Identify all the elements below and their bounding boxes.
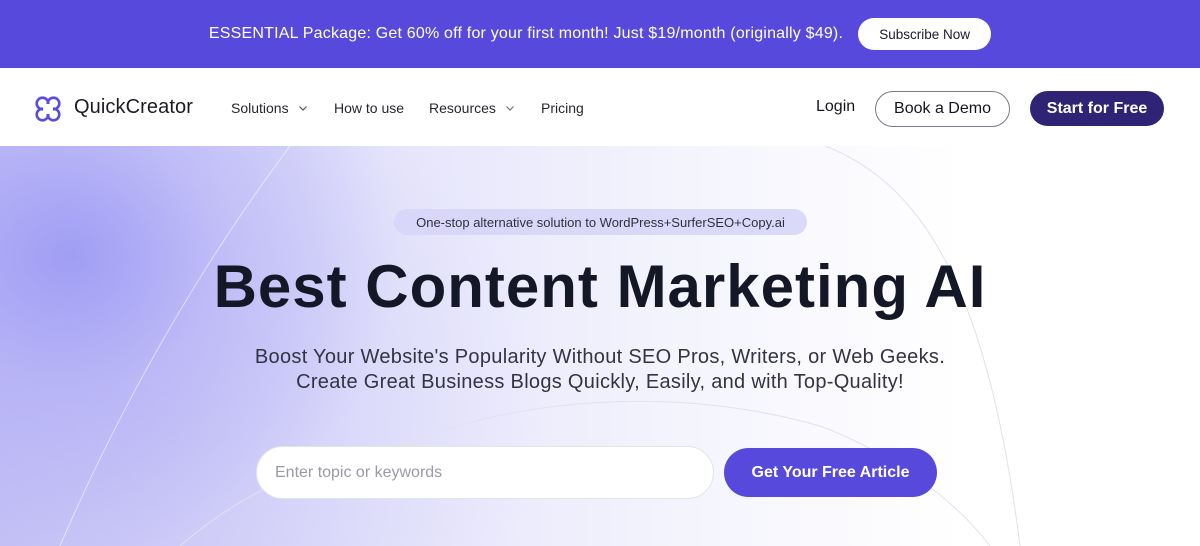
subscribe-now-button[interactable]: Subscribe Now xyxy=(858,18,992,50)
promo-banner: ESSENTIAL Package: Get 60% off for your … xyxy=(0,0,1200,68)
book-a-demo-button[interactable]: Book a Demo xyxy=(875,91,1010,127)
hero-subheadline-2: Create Great Business Blogs Quickly, Eas… xyxy=(296,371,904,393)
nav-item-how-to-use[interactable]: How to use xyxy=(334,100,404,116)
hero-section: One-stop alternative solution to WordPre… xyxy=(0,146,1200,546)
chevron-down-icon xyxy=(505,106,514,111)
nav-item-label: Resources xyxy=(429,100,496,116)
brand-name[interactable]: QuickCreator xyxy=(74,96,193,119)
nav-item-solutions[interactable]: Solutions xyxy=(231,100,308,116)
hero-subheadline-1: Boost Your Website's Popularity Without … xyxy=(254,346,946,368)
start-for-free-button[interactable]: Start for Free xyxy=(1030,91,1164,126)
nav-item-label: Pricing xyxy=(541,100,584,116)
nav-item-resources[interactable]: Resources xyxy=(429,100,515,116)
login-link[interactable]: Login xyxy=(816,98,855,116)
top-navigation: QuickCreator Solutions How to use Resour… xyxy=(0,68,1200,146)
topic-keywords-input[interactable] xyxy=(256,446,714,499)
chevron-down-icon xyxy=(298,106,307,111)
nav-item-label: Solutions xyxy=(231,100,289,116)
nav-item-label: How to use xyxy=(334,100,405,116)
tagline-badge: One-stop alternative solution to WordPre… xyxy=(394,209,807,235)
promo-text: ESSENTIAL Package: Get 60% off for your … xyxy=(208,25,844,42)
get-free-article-button[interactable]: Get Your Free Article xyxy=(724,448,937,497)
nav-item-pricing[interactable]: Pricing xyxy=(541,100,584,116)
quickcreator-logo-icon[interactable] xyxy=(34,95,62,123)
hero-headline: Best Content Marketing AI xyxy=(213,253,987,320)
